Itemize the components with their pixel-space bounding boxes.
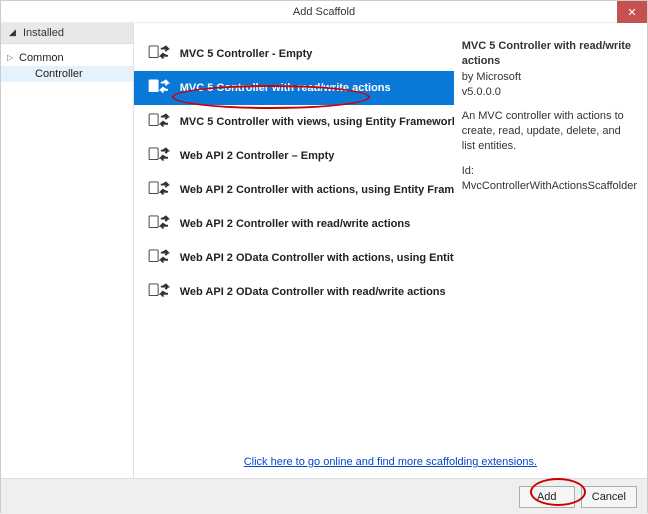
- details-description: An MVC controller with actions to create…: [462, 109, 637, 154]
- dialog-body: ◢ Installed ▷ Common Controller MVC 5 Co…: [1, 23, 647, 478]
- scaffold-item-label: Web API 2 Controller – Empty: [180, 150, 335, 162]
- scaffold-icon: [148, 249, 170, 267]
- details-version: v5.0.0.0: [462, 85, 637, 100]
- collapse-icon: ◢: [9, 27, 16, 38]
- details-id: Id: MvcControllerWithActionsScaffolder: [462, 164, 637, 194]
- sidebar-tree: ▷ Common Controller: [1, 44, 133, 82]
- sidebar: ◢ Installed ▷ Common Controller: [1, 23, 134, 478]
- scaffold-icon: [148, 181, 170, 199]
- scaffold-item[interactable]: MVC 5 Controller with views, using Entit…: [134, 105, 454, 139]
- scaffold-icon: [148, 45, 170, 63]
- tree-node-label: Common: [19, 52, 64, 64]
- scaffold-item-label: Web API 2 Controller with read/write act…: [180, 218, 410, 230]
- scaffold-list: MVC 5 Controller - Empty MVC 5 Controller…: [134, 23, 454, 450]
- tree-node-common[interactable]: ▷ Common: [1, 50, 133, 66]
- scaffold-icon: [148, 283, 170, 301]
- chevron-right-icon: ▷: [7, 53, 13, 62]
- close-icon: ✕: [627, 6, 636, 19]
- cancel-button[interactable]: Cancel: [581, 486, 637, 508]
- sidebar-header-label: Installed: [23, 27, 64, 39]
- scaffold-icon: [148, 215, 170, 233]
- scaffold-item-label: MVC 5 Controller - Empty: [180, 48, 313, 60]
- details-pane: MVC 5 Controller with read/write actions…: [454, 23, 647, 450]
- scaffold-item-label: Web API 2 OData Controller with actions,…: [180, 252, 454, 264]
- scaffold-item-label: MVC 5 Controller with read/write actions: [180, 82, 391, 94]
- close-button[interactable]: ✕: [617, 1, 647, 23]
- scaffold-item-label: Web API 2 OData Controller with read/wri…: [180, 286, 446, 298]
- content-row: MVC 5 Controller - Empty MVC 5 Controller…: [134, 23, 647, 450]
- sidebar-header-installed[interactable]: ◢ Installed: [1, 23, 133, 44]
- scaffold-icon: [148, 147, 170, 165]
- scaffold-item[interactable]: Web API 2 OData Controller with read/wri…: [134, 275, 454, 309]
- scaffold-item[interactable]: Web API 2 OData Controller with actions,…: [134, 241, 454, 275]
- window-title: Add Scaffold: [293, 6, 355, 18]
- scaffold-item[interactable]: MVC 5 Controller - Empty: [134, 37, 454, 71]
- add-button[interactable]: Add: [519, 486, 575, 508]
- scaffold-item-label: Web API 2 Controller with actions, using…: [180, 184, 454, 196]
- main-pane: MVC 5 Controller - Empty MVC 5 Controller…: [134, 23, 647, 478]
- tree-node-controller[interactable]: Controller: [1, 66, 133, 82]
- dialog-footer: Add Cancel: [1, 478, 647, 514]
- online-extensions-link[interactable]: Click here to go online and find more sc…: [244, 456, 537, 468]
- scaffold-icon: [148, 79, 170, 97]
- scaffold-item[interactable]: Web API 2 Controller – Empty: [134, 139, 454, 173]
- titlebar: Add Scaffold ✕: [1, 1, 647, 23]
- details-title: MVC 5 Controller with read/write actions: [462, 39, 637, 69]
- tree-child-label: Controller: [35, 68, 83, 80]
- scaffold-item[interactable]: Web API 2 Controller with actions, using…: [134, 173, 454, 207]
- scaffold-item-label: MVC 5 Controller with views, using Entit…: [180, 116, 454, 128]
- details-author: by Microsoft: [462, 70, 637, 85]
- online-link-row: Click here to go online and find more sc…: [134, 450, 647, 478]
- scaffold-item[interactable]: Web API 2 Controller with read/write act…: [134, 207, 454, 241]
- scaffold-item[interactable]: MVC 5 Controller with read/write actions: [134, 71, 454, 105]
- scaffold-icon: [148, 113, 170, 131]
